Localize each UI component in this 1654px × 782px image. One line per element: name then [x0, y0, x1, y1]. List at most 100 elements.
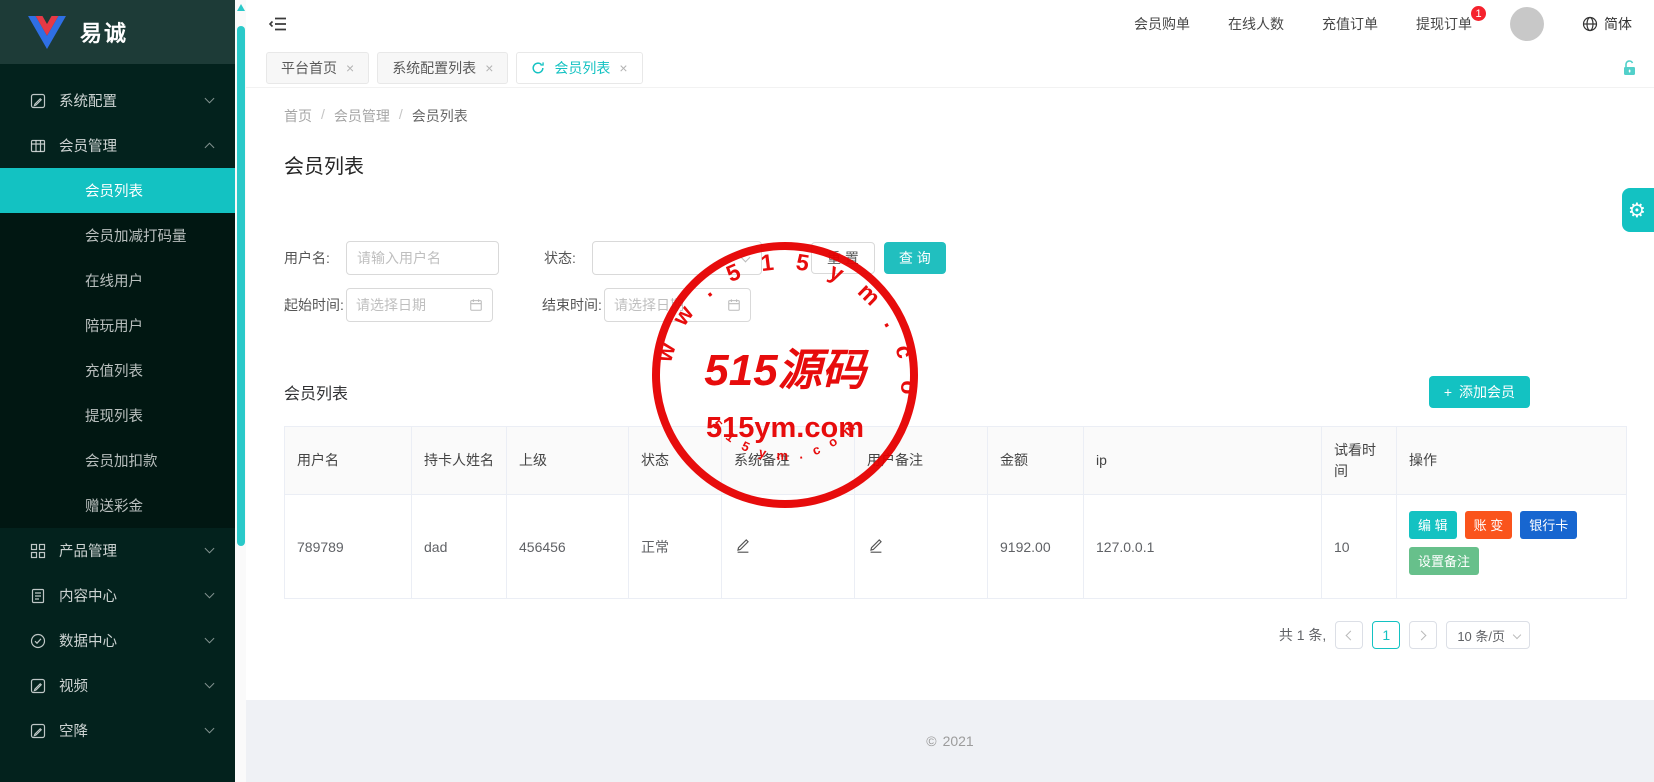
sidebar-item-companion-users[interactable]: 陪玩用户 — [0, 303, 235, 348]
sidebar-item-member-dama[interactable]: 会员加减打码量 — [0, 213, 235, 258]
scrollbar-thumb[interactable] — [236, 26, 245, 546]
sidebar-menu: 系统配置 会员管理 会员列表 会员加减打码量 在线用户 陪玩用户 充值列表 提现… — [0, 64, 235, 753]
chevron-down-icon — [204, 543, 215, 554]
sidebar-item-content-center[interactable]: 内容中心 — [0, 573, 235, 618]
sidebar-item-online-users[interactable]: 在线用户 — [0, 258, 235, 303]
nav-withdraw-orders[interactable]: 提现订单 1 — [1416, 5, 1487, 34]
topbar-right: 会员购单 在线人数 充值订单 提现订单 1 简体 — [1134, 5, 1632, 41]
appstore-icon — [30, 542, 47, 559]
pagination-total: 共 1 条, — [1278, 627, 1327, 643]
topbar: 会员购单 在线人数 充值订单 提现订单 1 简体 — [246, 0, 1654, 48]
list-section-title: 会员列表 — [284, 386, 349, 403]
edit-note-icon[interactable] — [867, 536, 885, 554]
sidebar-item-recharge-list[interactable]: 充值列表 — [0, 348, 235, 393]
close-icon[interactable]: × — [346, 61, 354, 75]
prev-page-button[interactable] — [1335, 621, 1364, 649]
sidebar-item-video[interactable]: 视频 — [0, 663, 235, 708]
language-switcher[interactable]: 简体 — [1582, 14, 1632, 34]
col-user-note: 用户备注 — [854, 426, 988, 495]
col-trial-time: 试看时间 — [1321, 426, 1397, 495]
reset-button[interactable]: 重 置 — [811, 242, 875, 274]
tab-bar: 平台首页 × 系统配置列表 × 会员列表 × — [246, 48, 1654, 88]
chevron-down-icon — [204, 588, 215, 599]
avatar[interactable] — [1510, 7, 1544, 41]
nav-recharge-orders[interactable]: 充值订单 — [1322, 14, 1378, 34]
start-time-label: 起始时间: — [284, 296, 344, 313]
edit-square-icon — [30, 677, 47, 694]
sidebar-item-gift-bonus[interactable]: 赠送彩金 — [0, 483, 235, 528]
nav-member-orders[interactable]: 会员购单 — [1134, 14, 1190, 34]
sidebar-item-member-adjust[interactable]: 会员加扣款 — [0, 438, 235, 483]
col-ip: ip — [1083, 426, 1322, 495]
breadcrumb-separator: / — [398, 106, 403, 122]
username-label: 用户名: — [284, 249, 330, 266]
sidebar-item-data-center[interactable]: 数据中心 — [0, 618, 235, 663]
sidebar-item-withdraw-list[interactable]: 提现列表 — [0, 393, 235, 438]
col-actions: 操作 — [1396, 426, 1627, 495]
filter-form: 用户名: 状态: 重 置 查 询 起始时间: 请选择日期 — [284, 241, 1530, 322]
bank-card-button[interactable]: 银行卡 — [1520, 510, 1578, 539]
sidebar-item-member-mgmt[interactable]: 会员管理 — [0, 123, 235, 168]
close-icon[interactable]: × — [619, 61, 627, 75]
page-size-select[interactable]: 10 条/页 — [1446, 621, 1530, 649]
sidebar-item-member-list[interactable]: 会员列表 — [0, 168, 235, 213]
page-number-button[interactable]: 1 — [1372, 621, 1401, 649]
sidebar-submenu-member: 会员列表 会员加减打码量 在线用户 陪玩用户 充值列表 提现列表 会员加扣款 赠… — [0, 168, 235, 528]
breadcrumb-home[interactable]: 首页 — [284, 106, 312, 126]
breadcrumb: 首页 / 会员管理 / 会员列表 — [284, 106, 1530, 126]
edit-square-icon — [30, 92, 47, 109]
cell-actions: 编 辑账 变银行卡设置备注 — [1396, 494, 1627, 599]
tab-system-config-list[interactable]: 系统配置列表 × — [377, 51, 509, 84]
close-icon[interactable]: × — [485, 61, 493, 75]
col-cardholder: 持卡人姓名 — [411, 426, 507, 495]
settings-drawer-handle[interactable]: ⚙ — [1622, 188, 1654, 232]
member-table: 用户名 持卡人姓名 上级 状态 系统备注 用户备注 金额 ip 试看时间 操作 — [284, 426, 1627, 599]
col-status: 状态 — [628, 426, 722, 495]
vue-logo-icon — [28, 15, 66, 49]
chevron-down-icon — [204, 93, 215, 104]
cell-trial-time: 10 — [1321, 494, 1397, 599]
edit-button[interactable]: 编 辑 — [1409, 510, 1457, 539]
cell-status: 正常 — [628, 494, 722, 599]
end-date-picker[interactable]: 请选择日期 — [604, 288, 751, 322]
tab-member-list[interactable]: 会员列表 × — [516, 51, 643, 84]
cell-amount: 9192.00 — [987, 494, 1084, 599]
copyright-icon: © — [926, 733, 937, 749]
nav-online-count[interactable]: 在线人数 — [1228, 14, 1284, 34]
sidebar-scrollbar — [235, 0, 246, 782]
notification-badge: 1 — [1470, 5, 1487, 22]
breadcrumb-member-mgmt[interactable]: 会员管理 — [334, 106, 390, 126]
next-page-button[interactable] — [1409, 621, 1438, 649]
unlock-icon[interactable] — [1621, 59, 1638, 77]
footer: © 2021 — [246, 700, 1654, 782]
main-area: 会员购单 在线人数 充值订单 提现订单 1 简体 平台首页 × 系统配置列表 ×… — [246, 0, 1654, 782]
edit-square-icon — [30, 722, 47, 739]
tab-platform-home[interactable]: 平台首页 × — [266, 51, 370, 84]
sidebar-item-product-mgmt[interactable]: 产品管理 — [0, 528, 235, 573]
account-change-button[interactable]: 账 变 — [1464, 510, 1513, 539]
col-username: 用户名 — [284, 426, 412, 495]
menu-fold-icon[interactable] — [268, 13, 290, 35]
status-select[interactable] — [592, 241, 762, 275]
content: 首页 / 会员管理 / 会员列表 会员列表 用户名: 状态: — [246, 88, 1654, 700]
col-amount: 金额 — [987, 426, 1084, 495]
sidebar: 易诚 系统配置 会员管理 会员列表 会员加减打码量 在线用户 陪玩用户 充值列表… — [0, 0, 235, 782]
sidebar-item-system-config[interactable]: 系统配置 — [0, 78, 235, 123]
query-button[interactable]: 查 询 — [883, 242, 946, 274]
cell-ip: 127.0.0.1 — [1083, 494, 1322, 599]
check-circle-icon — [30, 632, 47, 649]
add-member-button[interactable]: + 添加会员 — [1428, 376, 1530, 408]
scrollbar-up-arrow-icon[interactable] — [236, 4, 245, 11]
username-input[interactable] — [346, 241, 499, 275]
gear-icon: ⚙ — [1628, 199, 1646, 222]
chevron-down-icon — [1512, 630, 1522, 640]
refresh-icon[interactable] — [531, 61, 545, 75]
edit-note-icon[interactable] — [734, 536, 752, 554]
status-label: 状态: — [544, 249, 576, 266]
start-date-picker[interactable]: 请选择日期 — [346, 288, 493, 322]
sidebar-item-airdrop[interactable]: 空降 — [0, 708, 235, 753]
member-table-wrapper: 用户名 持卡人姓名 上级 状态 系统备注 用户备注 金额 ip 试看时间 操作 — [284, 426, 1627, 599]
cell-user-note — [854, 494, 988, 599]
breadcrumb-separator: / — [321, 106, 325, 122]
set-note-button[interactable]: 设置备注 — [1409, 546, 1480, 575]
